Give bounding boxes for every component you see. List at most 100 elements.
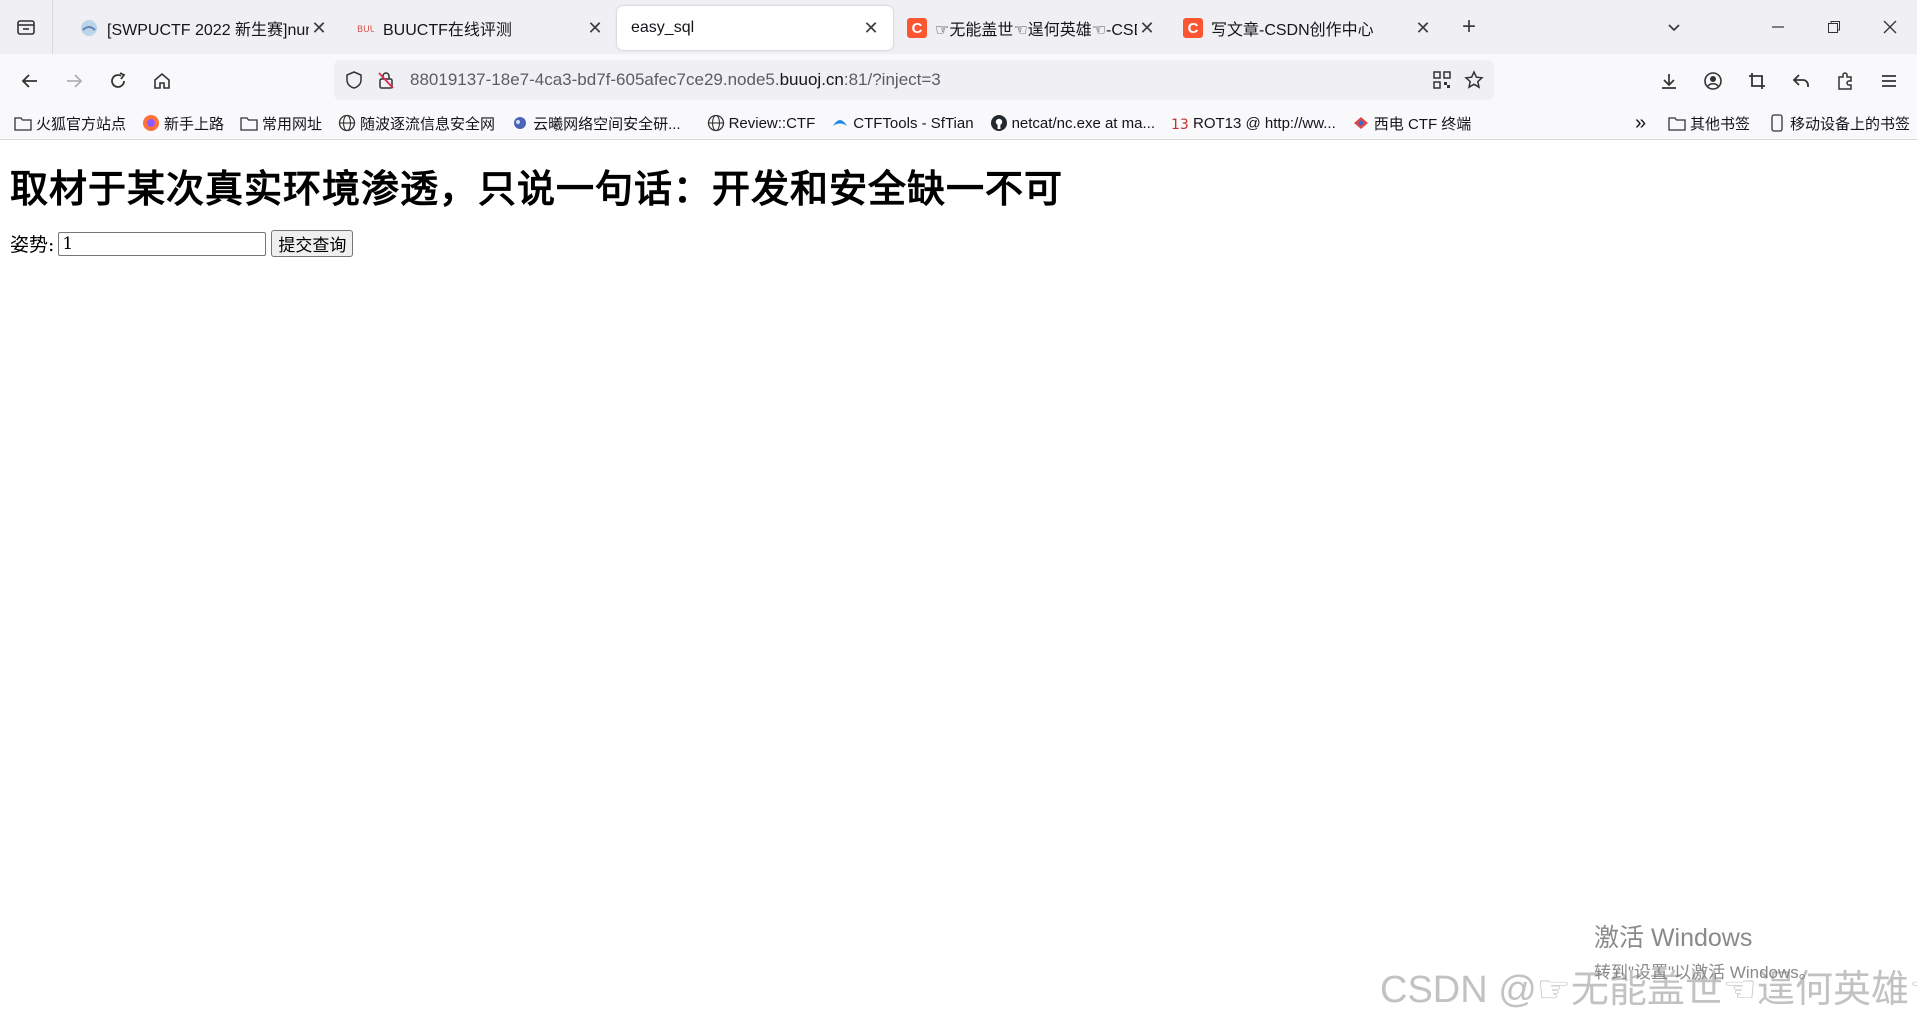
globe-icon (338, 114, 356, 132)
bookmarks-overflow-button[interactable]: » (1627, 112, 1654, 135)
tab-close-icon[interactable]: ✕ (585, 18, 605, 39)
tab-csdn-write[interactable]: C 写文章-CSDN创作中心 ✕ (1169, 6, 1445, 50)
site-icon (1352, 114, 1370, 132)
tab-csdn-blog[interactable]: C ☞无能盖世☜逞何英雄☜-CSDN博客 ✕ (893, 6, 1169, 50)
bookmark-label: 移动设备上的书签 (1790, 115, 1911, 133)
url-text[interactable]: 88019137-18e7-4ca3-bd7f-605afec7ce29.nod… (410, 70, 941, 90)
restore-icon (1828, 21, 1840, 33)
site-icon (511, 114, 529, 132)
mobile-icon (1768, 114, 1786, 132)
extensions-button[interactable] (1823, 61, 1867, 101)
bookmark-item[interactable]: 移动设备上的书签 (1760, 113, 1917, 134)
bookmark-star-icon[interactable] (1464, 70, 1484, 95)
tab-easy-sql[interactable]: easy_sql ✕ (617, 6, 893, 50)
arrow-right-icon (67, 73, 83, 88)
bookmark-label: netcat/nc.exe at ma... (1011, 114, 1155, 132)
tab-strip: [SWPUCTF 2022 新生赛]numgame ✕ BUU BUUCTF在线… (0, 0, 1917, 55)
bookmark-label: 其他书签 (1690, 115, 1751, 133)
tab-swpuctf[interactable]: [SWPUCTF 2022 新生赛]numgame ✕ (65, 6, 341, 50)
bookmark-label: 新手上路 (164, 115, 225, 133)
new-tab-button[interactable]: + (1449, 13, 1489, 41)
tab-close-icon[interactable]: ✕ (861, 18, 881, 39)
bookmark-item[interactable]: 常用网址 (232, 113, 330, 134)
screenshot-button[interactable] (1735, 61, 1779, 101)
bookmark-item[interactable]: 火狐官方站点 (0, 113, 134, 134)
bookmark-item[interactable]: Review::CTF (699, 114, 824, 132)
github-icon (990, 114, 1008, 132)
bookmark-label: 常用网址 (262, 115, 323, 133)
downloads-button[interactable] (1647, 61, 1691, 101)
bookmark-label: 火狐官方站点 (36, 115, 127, 133)
folder-icon (240, 114, 258, 132)
toolbar-right (1647, 54, 1917, 107)
tab-close-icon[interactable]: ✕ (1137, 18, 1157, 39)
csdn-watermark: CSDN @☞无能盖世☜逞何英雄☜ (1380, 969, 1917, 1011)
globe-icon (707, 114, 725, 132)
svg-text:BUU: BUU (357, 25, 374, 35)
tab-title: BUUCTF在线评测 (383, 22, 512, 39)
bookmark-label: CTFTools - SfTian (853, 114, 974, 132)
bookmark-item[interactable]: 13 ROT13 @ http://ww... (1163, 114, 1344, 133)
folder-icon (1668, 114, 1686, 132)
url-prefix: 88019137-18e7-4ca3-bd7f-605afec7ce29.nod… (410, 70, 780, 89)
reload-button[interactable] (96, 61, 140, 101)
tab-close-icon[interactable]: ✕ (309, 18, 329, 39)
bookmark-item[interactable]: 随波逐流信息安全网 (330, 113, 503, 134)
page-content: 取材于某次真实环境渗透，只说一句话：开发和安全缺一不可 姿势: 提交查询 激活 … (0, 140, 1917, 1013)
tab-buuctf[interactable]: BUU BUUCTF在线评测 ✕ (341, 6, 617, 50)
input-label: 姿势: (10, 234, 55, 256)
insecure-lock-icon[interactable] (376, 70, 396, 95)
site-icon (831, 114, 849, 132)
tab-list-button[interactable] (0, 0, 53, 54)
menu-button[interactable] (1867, 61, 1911, 101)
bookmark-label: 随波逐流信息安全网 (360, 115, 496, 133)
tab-title: ☞无能盖世☜逞何英雄☜-CSDN博客 (935, 22, 1137, 39)
account-icon (1704, 71, 1722, 90)
tab-favicon-icon (79, 18, 99, 38)
bookmark-item[interactable]: netcat/nc.exe at ma... (982, 114, 1163, 132)
undo-button[interactable] (1779, 61, 1823, 101)
inject-form: 姿势: 提交查询 (10, 230, 354, 257)
bookmark-item[interactable]: CTFTools - SfTian (823, 114, 981, 132)
list-all-tabs-button[interactable] (1646, 0, 1702, 54)
forward-button[interactable] (52, 61, 96, 101)
account-button[interactable] (1691, 61, 1735, 101)
double-chevron-right-icon: » (1635, 111, 1647, 134)
bookmark-item[interactable]: 新手上路 (134, 113, 232, 134)
bookmark-label: Review::CTF (728, 114, 816, 132)
home-button[interactable] (140, 61, 184, 101)
tab-title: easy_sql (631, 19, 695, 36)
tab-close-icon[interactable]: ✕ (1413, 18, 1433, 39)
minimize-button[interactable] (1750, 0, 1806, 54)
reload-icon (111, 71, 126, 88)
bookmark-label: ROT13 @ http://ww... (1193, 114, 1336, 132)
bookmark-item[interactable]: 西电 CTF 终端 (1344, 113, 1480, 134)
bookmark-item[interactable]: 其他书签 (1660, 113, 1758, 134)
nav-bar: 88019137-18e7-4ca3-bd7f-605afec7ce29.nod… (0, 54, 1917, 107)
puzzle-icon (1838, 71, 1852, 90)
tab-list-icon (17, 20, 35, 35)
page-heading: 取材于某次真实环境渗透，只说一句话：开发和安全缺一不可 (10, 167, 1064, 211)
close-window-button[interactable] (1862, 0, 1917, 54)
tab-title: 写文章-CSDN创作中心 (1211, 22, 1374, 39)
home-icon (154, 72, 170, 89)
address-bar[interactable]: 88019137-18e7-4ca3-bd7f-605afec7ce29.nod… (334, 60, 1494, 100)
qr-code-icon[interactable] (1432, 70, 1452, 95)
url-suffix: :81/?inject=3 (843, 70, 941, 89)
crop-icon (1749, 72, 1765, 89)
tab-favicon-icon: BUU (355, 18, 375, 38)
chevron-down-icon (1668, 24, 1680, 32)
bookmark-label: 云曦网络空间安全研... (533, 115, 681, 133)
tracking-protection-icon[interactable] (344, 70, 364, 95)
bookmarks-bar: 火狐官方站点 新手上路 常用网址 随波逐流信息安全网 云曦网络空间安全研... … (0, 107, 1917, 140)
inject-input[interactable] (58, 231, 267, 256)
download-icon (1662, 73, 1676, 89)
csdn-icon: C (1183, 18, 1203, 38)
back-button[interactable] (8, 61, 52, 101)
submit-button[interactable]: 提交查询 (271, 230, 354, 257)
hamburger-menu-icon (1882, 74, 1896, 87)
firefox-icon (142, 114, 160, 132)
undo-icon (1792, 73, 1809, 87)
bookmark-item[interactable]: 云曦网络空间安全研... (503, 113, 689, 134)
restore-button[interactable] (1806, 0, 1862, 54)
